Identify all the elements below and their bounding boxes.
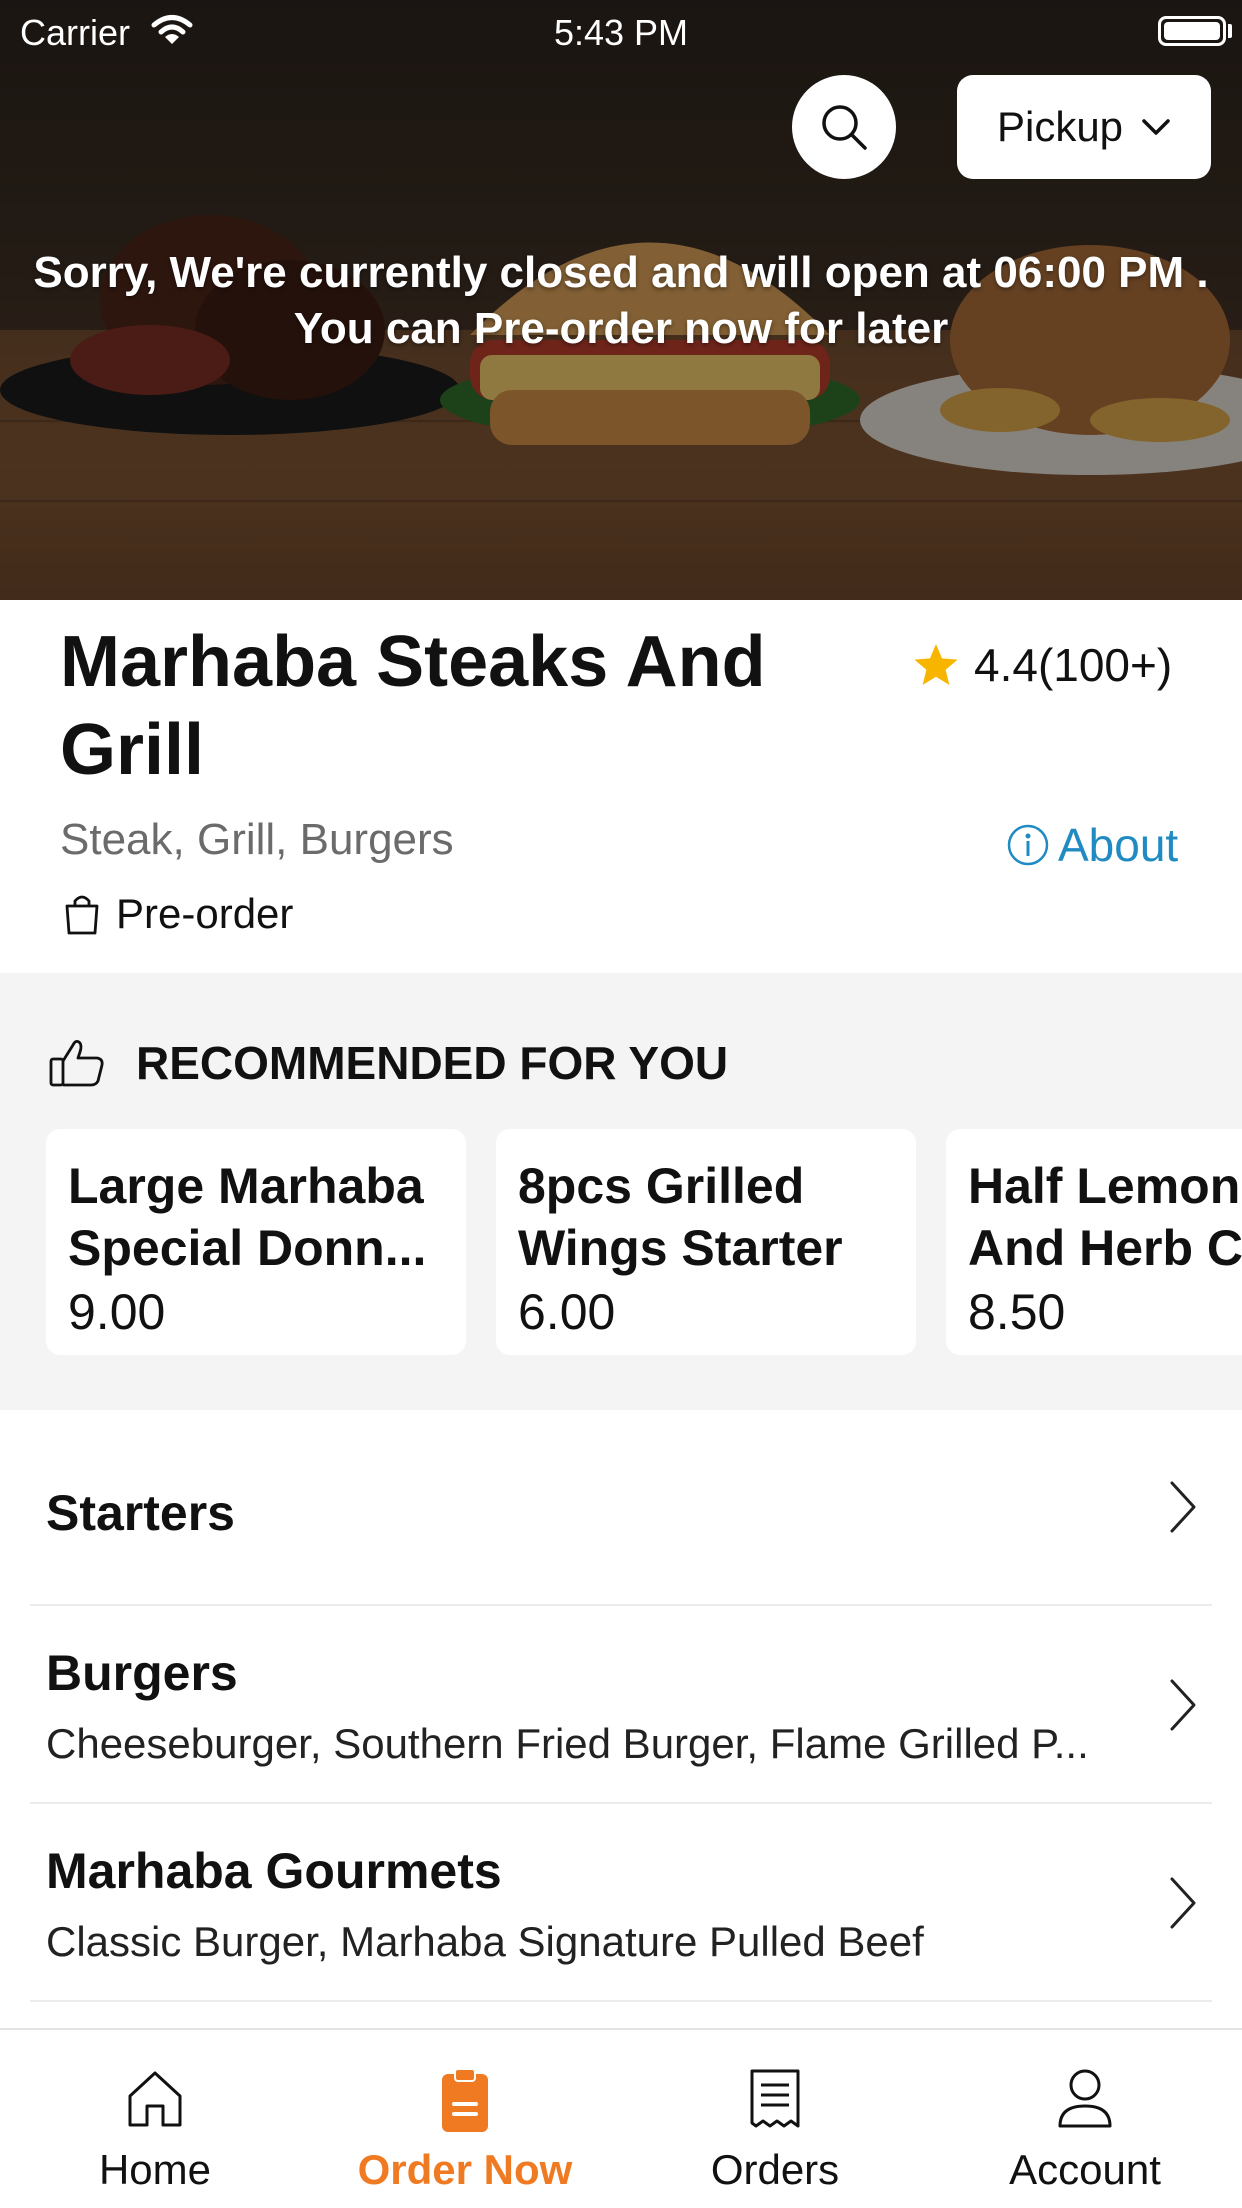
- category-title: Marhaba Gourmets: [46, 1843, 502, 1899]
- recommended-item-card[interactable]: Half Lemon And Herb C 8.50: [946, 1129, 1242, 1355]
- shopping-bag-icon: [65, 895, 99, 935]
- pickup-dropdown[interactable]: Pickup: [957, 75, 1211, 179]
- tab-orders-label: Orders: [710, 2146, 840, 2193]
- cuisine-list: Steak, Grill, Burgers: [60, 815, 454, 864]
- recommended-item-name-line: Large Marhaba: [68, 1158, 424, 1214]
- recommended-item-name: Half Lemon And Herb C: [968, 1155, 1242, 1281]
- preorder-tag: Pre-order: [62, 890, 293, 938]
- tab-home[interactable]: Home: [0, 2030, 310, 2208]
- restaurant-name: Marhaba Steaks And Grill: [60, 622, 766, 790]
- bottom-tab-bar: Home Order Now Orders Account: [0, 2028, 1242, 2208]
- receipt-icon: [750, 2069, 800, 2128]
- recommended-item-name-line: Wings Starter: [518, 1220, 843, 1276]
- recommended-item-price: 9.00: [68, 1284, 166, 1340]
- recommended-item-price: 8.50: [968, 1284, 1066, 1340]
- recommended-item-name-line: And Herb C: [968, 1220, 1242, 1276]
- preorder-label: Pre-order: [116, 890, 294, 937]
- pickup-label: Pickup: [996, 103, 1124, 150]
- search-icon: [822, 105, 867, 150]
- chevron-down-icon: [1142, 119, 1170, 135]
- closed-message: Sorry, We're currently closed and will o…: [0, 245, 1242, 357]
- recommended-item-name-line: Special Donn...: [68, 1220, 427, 1276]
- category-subtitle: Cheeseburger, Southern Fried Burger, Fla…: [46, 1720, 1089, 1767]
- category-title: Starters: [46, 1485, 235, 1541]
- home-icon: [128, 2071, 182, 2127]
- order-icon: [442, 2068, 488, 2132]
- closed-message-line1: Sorry, We're currently closed and will o…: [33, 248, 1209, 297]
- search-button[interactable]: [792, 75, 896, 179]
- recommended-title: RECOMMENDED FOR YOU: [136, 1037, 729, 1089]
- tab-home-label: Home: [98, 2146, 212, 2193]
- thumbs-up-icon: [49, 1040, 104, 1087]
- star-icon: [914, 644, 958, 685]
- clock-label: 5:43 PM: [553, 12, 689, 53]
- recommended-header: RECOMMENDED FOR YOU: [48, 1036, 728, 1090]
- info-icon: [1007, 824, 1049, 866]
- tab-order-now[interactable]: Order Now: [310, 2030, 620, 2208]
- recommended-item-name-line: 8pcs Grilled: [518, 1158, 805, 1214]
- recommended-section: RECOMMENDED FOR YOU Large Marhaba Specia…: [0, 973, 1242, 1410]
- user-icon: [1058, 2069, 1112, 2128]
- tab-account[interactable]: Account: [930, 2030, 1240, 2208]
- chevron-right-icon: [1170, 1481, 1196, 1533]
- status-bar: Carrier 5:43 PM: [0, 0, 1242, 62]
- recommended-item-name-line: Half Lemon: [968, 1158, 1241, 1214]
- category-row-marhaba-gourmets[interactable]: Marhaba Gourmets Classic Burger, Marhaba…: [30, 1804, 1212, 2002]
- recommended-item-card[interactable]: 8pcs Grilled Wings Starter 6.00: [496, 1129, 916, 1355]
- closed-message-line2: You can Pre-order now for later: [293, 304, 949, 353]
- recommended-item-price: 6.00: [518, 1284, 616, 1340]
- tab-account-label: Account: [1009, 2146, 1161, 2193]
- tab-order-now-label: Order Now: [357, 2146, 573, 2193]
- category-row-starters[interactable]: Starters: [30, 1410, 1212, 1606]
- recommended-item-name: 8pcs Grilled Wings Starter: [518, 1155, 896, 1281]
- category-row-burgers[interactable]: Burgers Cheeseburger, Southern Fried Bur…: [30, 1606, 1212, 1804]
- tab-orders[interactable]: Orders: [620, 2030, 930, 2208]
- rating-value: 4.4(100+): [974, 639, 1173, 691]
- chevron-right-icon: [1170, 1679, 1196, 1731]
- chevron-right-icon: [1170, 1877, 1196, 1929]
- recommended-item-card[interactable]: Large Marhaba Special Donn... 9.00: [46, 1129, 466, 1355]
- about-link[interactable]: About: [1006, 818, 1178, 872]
- about-label: About: [1058, 819, 1179, 871]
- battery-cap-icon: [1228, 24, 1232, 38]
- recommended-item-name: Large Marhaba Special Donn...: [68, 1155, 446, 1281]
- battery-icon: [1158, 16, 1226, 46]
- rating: 4.4(100+): [912, 638, 1172, 692]
- category-title: Burgers: [46, 1645, 238, 1701]
- category-subtitle: Classic Burger, Marhaba Signature Pulled…: [46, 1918, 924, 1965]
